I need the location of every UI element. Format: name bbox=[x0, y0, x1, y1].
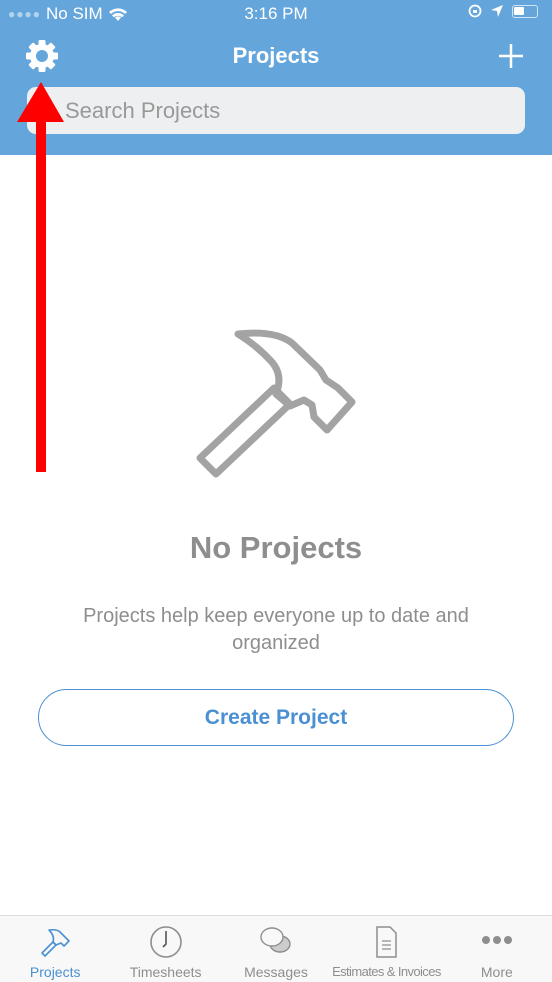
hammer-icon bbox=[41, 928, 71, 957]
clock-icon bbox=[149, 926, 182, 958]
tab-estimates-invoices[interactable]: Estimates & Invoices bbox=[331, 916, 441, 982]
tab-timesheets[interactable]: Timesheets bbox=[110, 916, 220, 982]
more-dots-icon bbox=[481, 936, 512, 944]
tab-bar: Projects Timesheets Messages Estimates &… bbox=[0, 915, 552, 982]
tab-projects[interactable]: Projects bbox=[0, 916, 110, 982]
create-project-button[interactable]: Create Project bbox=[38, 689, 514, 746]
empty-state-description: Projects help keep everyone up to date a… bbox=[83, 605, 469, 654]
tab-messages[interactable]: Messages bbox=[221, 916, 331, 982]
chat-bubbles-icon bbox=[260, 927, 291, 953]
annotation-arrow bbox=[17, 82, 64, 472]
empty-state-title: No Projects bbox=[189, 530, 363, 565]
document-icon bbox=[376, 926, 398, 958]
tab-more[interactable]: More bbox=[442, 916, 552, 982]
